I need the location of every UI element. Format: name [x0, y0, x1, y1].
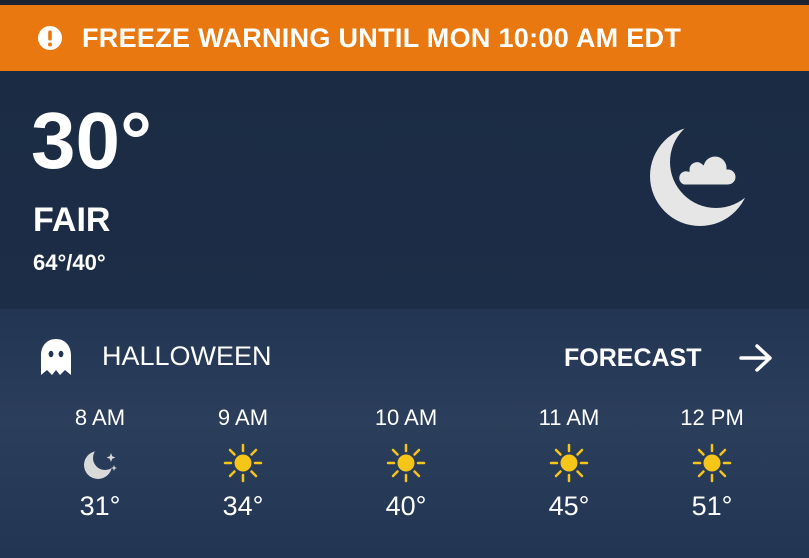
forecast-label: FORECAST [564, 343, 702, 372]
sun-icon [692, 443, 732, 483]
hourly-item: 12 PM 51° [657, 405, 767, 522]
ghost-icon [41, 339, 71, 375]
hour-temperature: 40° [385, 491, 427, 521]
sun-icon [223, 443, 263, 483]
forecast-button[interactable]: FORECAST [564, 339, 774, 377]
hour-temperature: 31° [79, 491, 121, 521]
high-low-temperature: 64°/40° [33, 250, 106, 275]
hour-time: 11 AM [538, 405, 600, 430]
alert-circle-icon [38, 26, 62, 50]
moon-cloud-icon [650, 126, 750, 226]
alert-text: FREEZE WARNING UNTIL MON 10:00 AM EDT [82, 22, 682, 53]
current-condition: FAIR [33, 201, 111, 239]
hour-time: 12 PM [680, 405, 744, 430]
holiday-label: HALLOWEEN [102, 341, 272, 371]
hour-temperature: 51° [691, 491, 733, 521]
sun-icon [549, 443, 589, 483]
current-conditions: 30° FAIR 64°/40° [0, 71, 809, 309]
hourly-section: HALLOWEEN FORECAST 8 AM 31° 9 AM 34° 10 … [0, 309, 809, 558]
hour-time: 8 AM [74, 405, 126, 430]
hour-temperature: 34° [222, 491, 264, 521]
sun-icon [386, 443, 426, 483]
hourly-item: 9 AM 34° [188, 405, 298, 522]
hourly-item: 8 AM 31° [45, 405, 155, 522]
hourly-item: 10 AM 40° [351, 405, 461, 522]
current-temperature: 30° [31, 96, 152, 185]
moon-stars-icon [84, 451, 117, 479]
arrow-right-icon [738, 344, 772, 372]
hour-temperature: 45° [548, 491, 590, 521]
freeze-warning-banner[interactable]: FREEZE WARNING UNTIL MON 10:00 AM EDT [0, 5, 809, 71]
hour-time: 9 AM [217, 405, 269, 430]
hourly-item: 11 AM 45° [514, 405, 624, 522]
hour-time: 10 AM [374, 405, 438, 430]
